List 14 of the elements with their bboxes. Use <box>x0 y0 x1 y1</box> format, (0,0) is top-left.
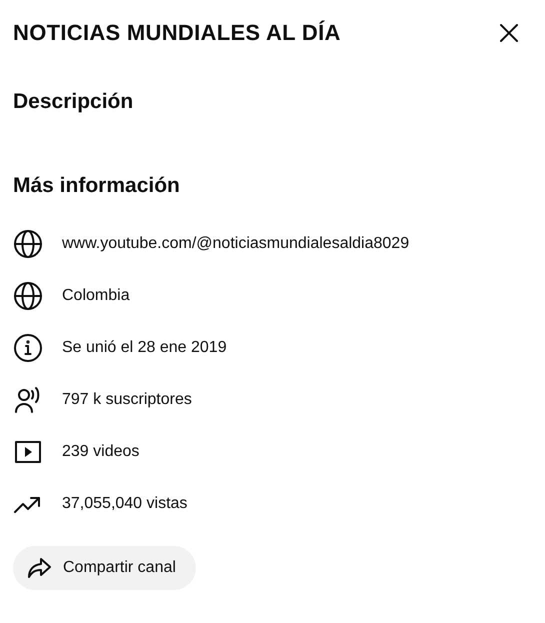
info-text: Se unió el 28 ene 2019 <box>62 339 227 357</box>
dialog-title: NOTICIAS MUNDIALES AL DÍA <box>13 20 341 46</box>
channel-link[interactable]: www.youtube.com/@noticiasmundialesaldia8029 <box>62 235 410 253</box>
globe-icon <box>13 281 43 311</box>
info-text: 239 videos <box>62 443 140 461</box>
section-heading: Descripción <box>13 90 134 114</box>
info-icon <box>13 333 43 363</box>
close-button[interactable] <box>497 21 521 45</box>
section-heading: Más información <box>13 174 181 198</box>
info-text: 37,055,040 vistas <box>62 495 188 513</box>
share-button[interactable]: Compartir canal <box>13 546 196 590</box>
globe-icon <box>13 229 43 259</box>
info-text: 797 k suscriptores <box>62 391 192 409</box>
info-text: Colombia <box>62 287 130 305</box>
